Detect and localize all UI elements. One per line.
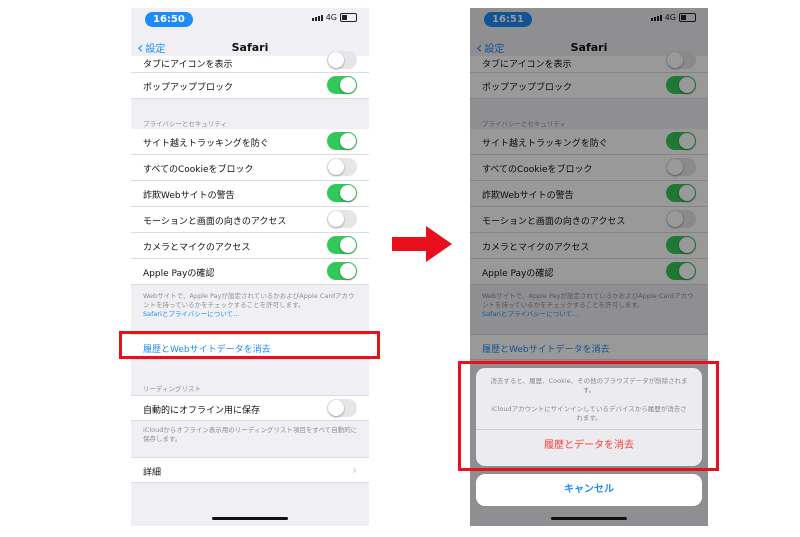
settings-row-block-cookies: すべてのCookieをブロック [131, 155, 369, 181]
settings-row-popup-block: ポップアップブロック [131, 73, 369, 99]
network-type: 4G [325, 13, 337, 22]
privacy-footnote: Webサイトで、Apple Payが設定されているかおよびApple Cardア… [143, 292, 355, 318]
status-bar: 16:50 4G [131, 8, 369, 36]
fraud-warning-toggle[interactable] [327, 184, 357, 202]
settings-row-motion-access: モーションと画面の向きのアクセス [131, 207, 369, 233]
reading-list-section-header: リーディングリスト [143, 385, 202, 393]
popup-block-toggle[interactable] [327, 76, 357, 94]
settings-row-camera-mic: カメラとマイクのアクセス [131, 233, 369, 259]
battery-icon [340, 13, 357, 22]
status-time: 16:50 [145, 12, 193, 27]
signal-icon [311, 14, 323, 21]
apple-pay-toggle[interactable] [327, 262, 357, 280]
settings-row-apple-pay: Apple Payの確認 [131, 259, 369, 285]
tab-icons-toggle[interactable] [327, 51, 357, 69]
motion-access-toggle[interactable] [327, 210, 357, 228]
home-indicator [212, 517, 288, 520]
phone-screen-before: 16:50 4G ‹ 設定 Safari タブにアイコンを表示 ポップアップブロッ… [131, 8, 369, 526]
highlight-box-clear-history [119, 331, 380, 359]
settings-row-partial[interactable]: タブにアイコンを表示 [131, 51, 369, 73]
details-row[interactable]: 詳細 › [131, 457, 369, 483]
settings-row-cross-site-tracking: サイト越えトラッキングを防ぐ [131, 129, 369, 155]
cancel-button[interactable]: キャンセル [476, 474, 702, 506]
settings-row-offline-save: 自動的にオフライン用に保存 [131, 395, 369, 421]
privacy-link[interactable]: Safariとプライバシーについて… [143, 310, 240, 318]
camera-mic-toggle[interactable] [327, 236, 357, 254]
arrow-right-icon [392, 226, 452, 262]
settings-row-fraud-warning: 詐欺Webサイトの警告 [131, 181, 369, 207]
chevron-right-icon: › [352, 463, 357, 477]
home-indicator [551, 517, 627, 520]
cross-site-tracking-toggle[interactable] [327, 132, 357, 150]
privacy-section-header: プライバシーとセキュリティ [143, 120, 227, 128]
block-cookies-toggle[interactable] [327, 158, 357, 176]
offline-save-toggle[interactable] [327, 399, 357, 417]
highlight-box-action-sheet [458, 361, 719, 471]
offline-footnote: iCloudからオフライン表示用のリーディングリスト項目をすべて自動的に保存しま… [143, 426, 358, 443]
